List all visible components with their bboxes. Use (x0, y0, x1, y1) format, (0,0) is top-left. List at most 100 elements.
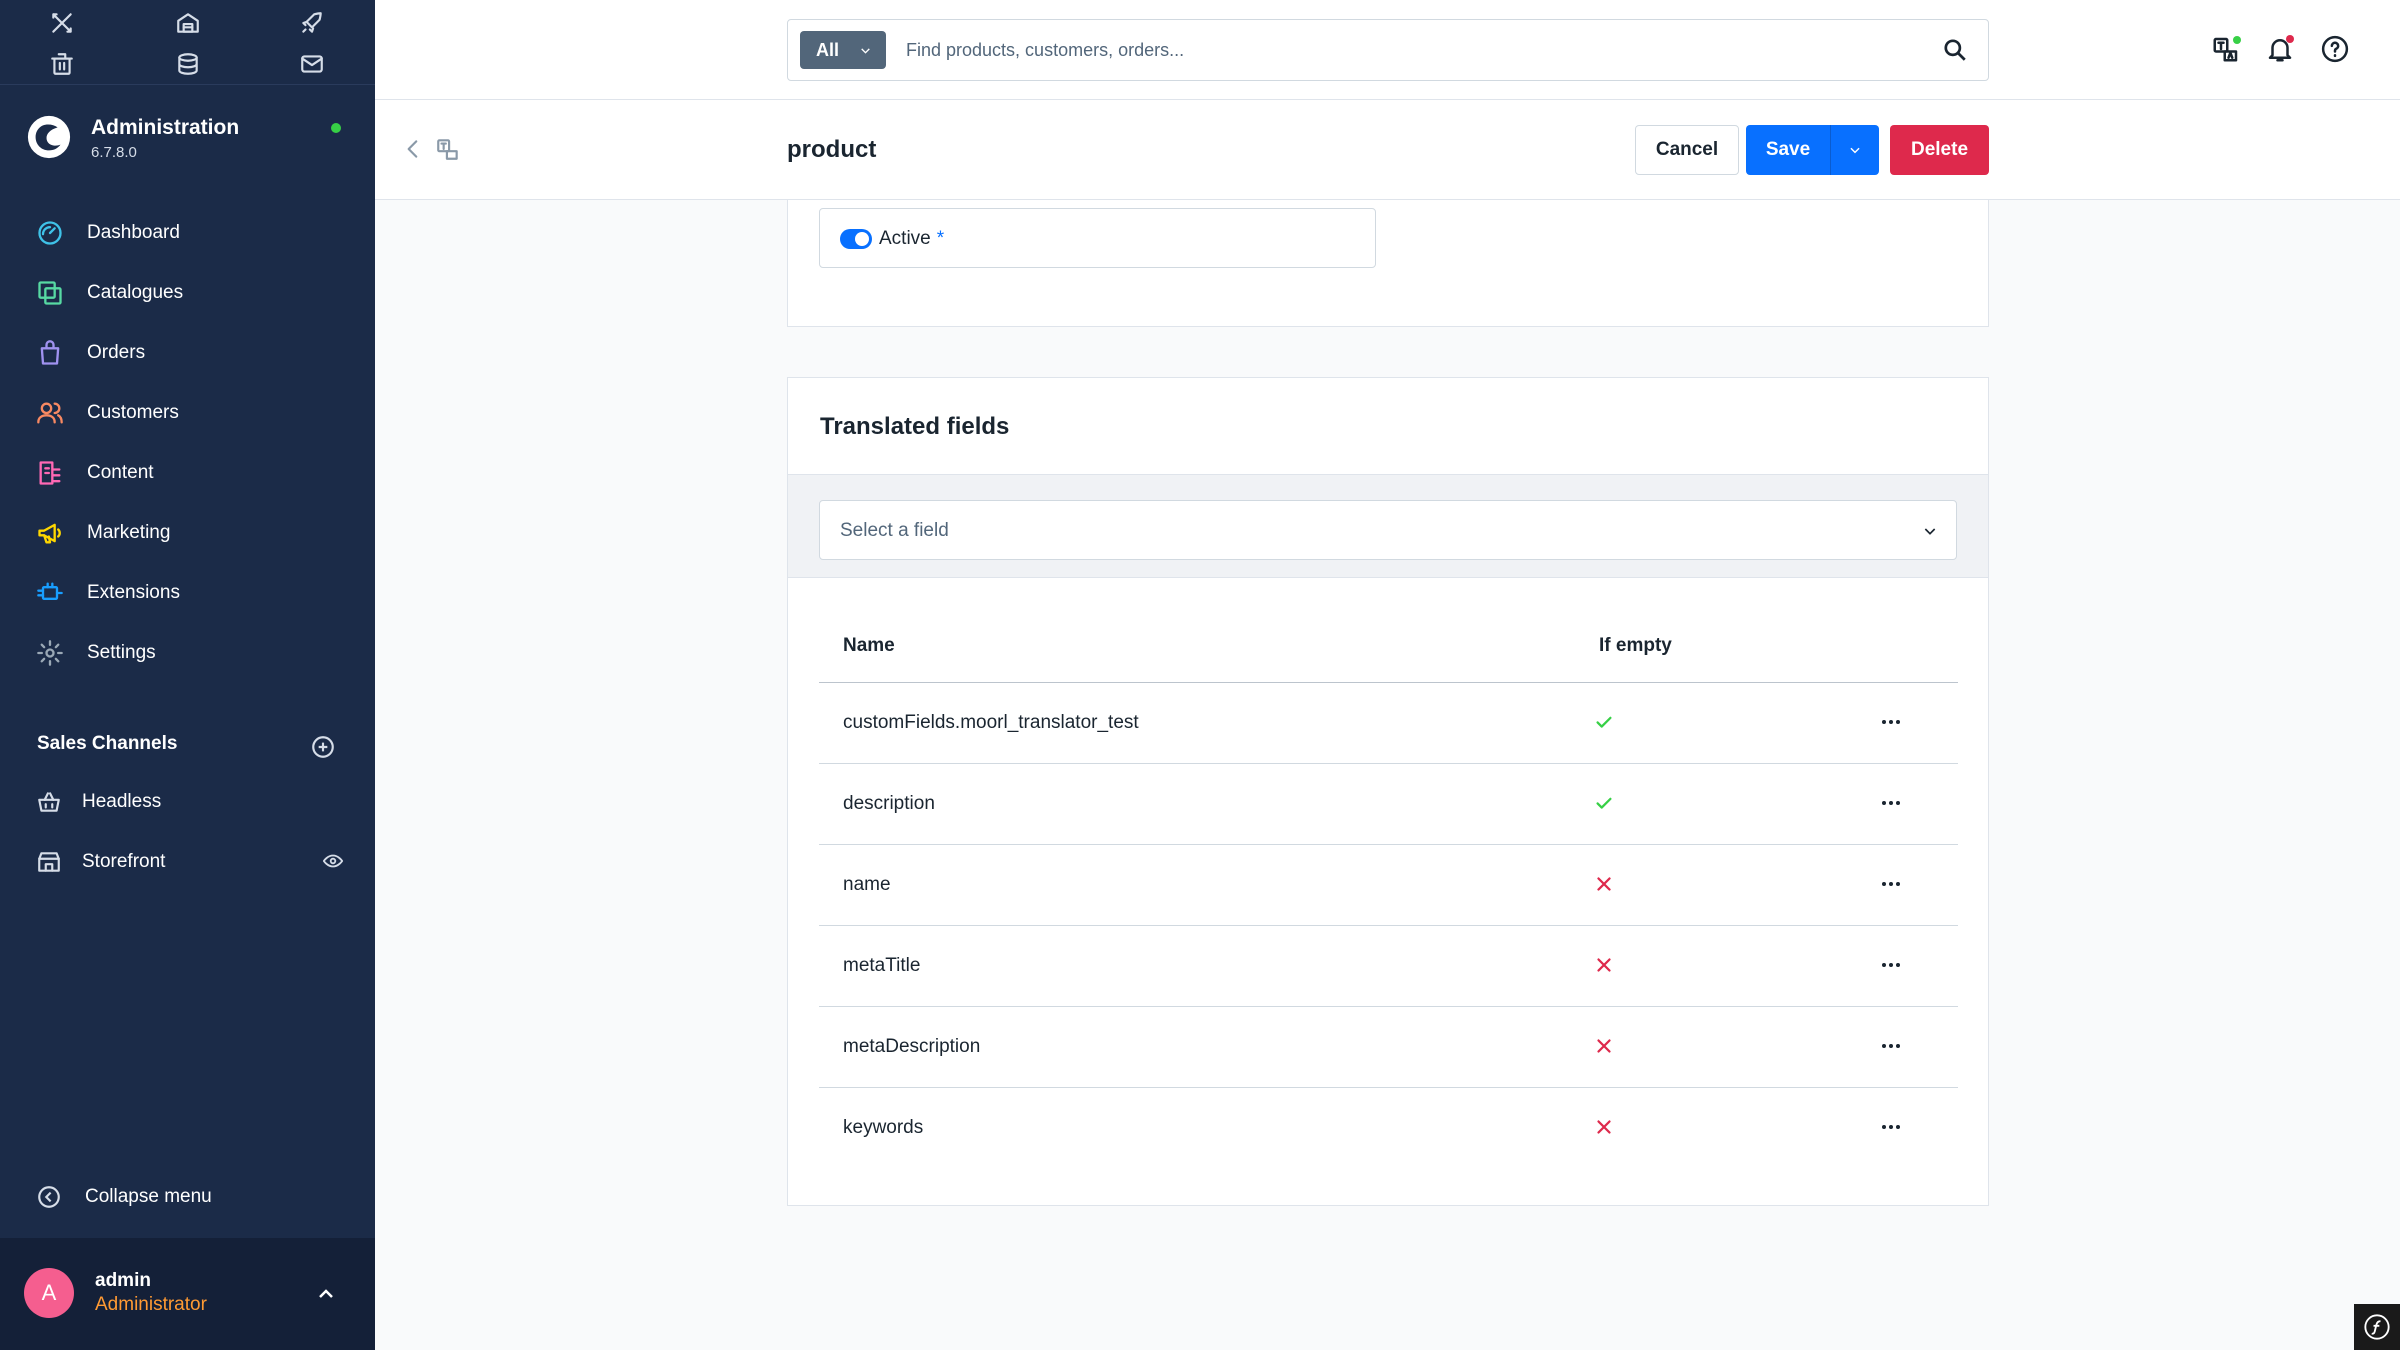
sidebar-divider (0, 84, 375, 85)
sales-channel-storefront[interactable]: Storefront (36, 842, 346, 882)
back-arrow-icon[interactable] (400, 136, 426, 162)
language-switch-icon[interactable] (435, 136, 461, 162)
avatar: A (24, 1268, 74, 1318)
notification-dot (2286, 35, 2294, 43)
customers-icon (37, 402, 63, 424)
table-row: keywords (819, 1088, 1958, 1169)
active-switch[interactable] (840, 229, 872, 249)
sidebar-item-content[interactable]: Content (36, 453, 356, 493)
field-name: keywords (843, 1117, 924, 1138)
settings-icon (37, 640, 63, 666)
user-bar[interactable]: A admin Administrator (0, 1238, 375, 1350)
basket-icon (38, 792, 60, 812)
general-card: Active * (787, 200, 1989, 327)
delete-button[interactable]: Delete (1890, 125, 1989, 175)
row-context-menu-button[interactable] (1876, 710, 1906, 734)
row-context-menu-button[interactable] (1876, 953, 1906, 977)
sidebar-item-label: Customers (87, 402, 179, 423)
table-row: name (819, 845, 1958, 926)
required-mark: * (936, 228, 945, 249)
tools-icon[interactable] (48, 9, 76, 37)
database-icon[interactable] (174, 50, 202, 78)
translated-fields-table: Name If empty customFields.moorl_transla… (819, 611, 1958, 1169)
collapse-menu-button[interactable]: Collapse menu (36, 1181, 336, 1213)
search-input[interactable] (906, 32, 1906, 68)
plus-circle-icon (312, 736, 334, 758)
symfony-toolbar-icon[interactable] (2354, 1304, 2400, 1350)
bell-icon[interactable] (2265, 34, 2295, 64)
quick-actions (0, 0, 375, 84)
sidebar-item-label: Content (87, 462, 154, 483)
rocket-icon[interactable] (298, 9, 326, 37)
save-options-button[interactable] (1830, 125, 1879, 175)
card-toolbar: Select a field (788, 474, 1988, 578)
active-field: Active * (819, 208, 1376, 268)
chevron-up-icon[interactable] (314, 1282, 338, 1306)
search-icon[interactable] (1942, 37, 1968, 63)
save-button[interactable]: Save (1746, 125, 1830, 175)
sidebar-item-label: Catalogues (87, 282, 184, 303)
cross-icon (1593, 954, 1615, 976)
table-row: customFields.moorl_translator_test (819, 683, 1958, 764)
top-bar: All (375, 0, 2400, 100)
sales-channel-headless[interactable]: Headless (36, 782, 346, 822)
sidebar-item-extensions[interactable]: Extensions (36, 573, 356, 613)
search-type-label: All (816, 39, 840, 60)
cancel-button[interactable]: Cancel (1635, 125, 1739, 175)
translated-fields-card: Translated fields Select a field Name If… (787, 377, 1989, 1206)
user-name: admin (95, 1270, 151, 1291)
field-name: description (843, 793, 935, 814)
help-icon[interactable] (2320, 34, 2350, 64)
smart-bar: product Cancel Save Delete (375, 100, 2400, 200)
sidebar-item-orders[interactable]: Orders (36, 333, 356, 373)
sidebar-item-catalogues[interactable]: Catalogues (36, 273, 356, 313)
catalogues-icon (38, 281, 62, 305)
chevron-down-icon (1850, 147, 1860, 154)
add-sales-channel-button[interactable] (310, 734, 336, 760)
dashboard-icon (38, 221, 62, 245)
table-header: Name If empty (819, 611, 1958, 683)
row-context-menu-button[interactable] (1876, 872, 1906, 896)
sidebar: Administration 6.7.8.0 Dashboard Catalog… (0, 0, 375, 1350)
translate-icon[interactable] (2211, 34, 2241, 64)
table-body: customFields.moorl_translator_testdescri… (819, 683, 1958, 1169)
field-select[interactable]: Select a field (819, 500, 1957, 560)
chevron-down-icon (1924, 528, 1936, 535)
field-name: metaTitle (843, 955, 921, 976)
cross-icon (1593, 1116, 1615, 1138)
search-type-select[interactable]: All (800, 31, 886, 69)
storefront-icon (38, 852, 60, 872)
table-row: metaTitle (819, 926, 1958, 1007)
row-context-menu-button[interactable] (1876, 1115, 1906, 1139)
column-header-name[interactable]: Name (843, 635, 895, 657)
sales-channel-label: Storefront (82, 851, 166, 872)
checkmark-icon (1593, 711, 1615, 733)
sidebar-item-customers[interactable]: Customers (36, 393, 356, 433)
content-icon (39, 461, 61, 485)
sidebar-item-label: Dashboard (87, 222, 180, 243)
extensions-icon (37, 582, 63, 600)
active-label-text: Active (879, 228, 931, 249)
row-context-menu-button[interactable] (1876, 1034, 1906, 1058)
chevron-left-circle-icon (38, 1186, 60, 1208)
active-label: Active * (879, 228, 944, 250)
field-name: metaDescription (843, 1036, 981, 1057)
trash-icon[interactable] (48, 50, 76, 78)
sidebar-item-label: Marketing (87, 522, 171, 543)
brand: Administration 6.7.8.0 (26, 112, 356, 168)
shopware-logo-icon (26, 114, 72, 160)
table-row: description (819, 764, 1958, 845)
mail-icon[interactable] (298, 50, 326, 78)
sidebar-item-label: Settings (87, 642, 156, 663)
sidebar-item-marketing[interactable]: Marketing (36, 513, 356, 553)
warehouse-icon[interactable] (174, 9, 202, 37)
column-header-if-empty[interactable]: If empty (1599, 635, 1672, 657)
card-title: Translated fields (820, 413, 1010, 440)
eye-icon[interactable] (322, 850, 346, 874)
user-role: Administrator (95, 1294, 207, 1315)
cross-icon (1593, 873, 1615, 895)
row-context-menu-button[interactable] (1876, 791, 1906, 815)
app-version: 6.7.8.0 (91, 144, 137, 161)
sidebar-item-settings[interactable]: Settings (36, 633, 356, 673)
sidebar-item-dashboard[interactable]: Dashboard (36, 213, 356, 253)
